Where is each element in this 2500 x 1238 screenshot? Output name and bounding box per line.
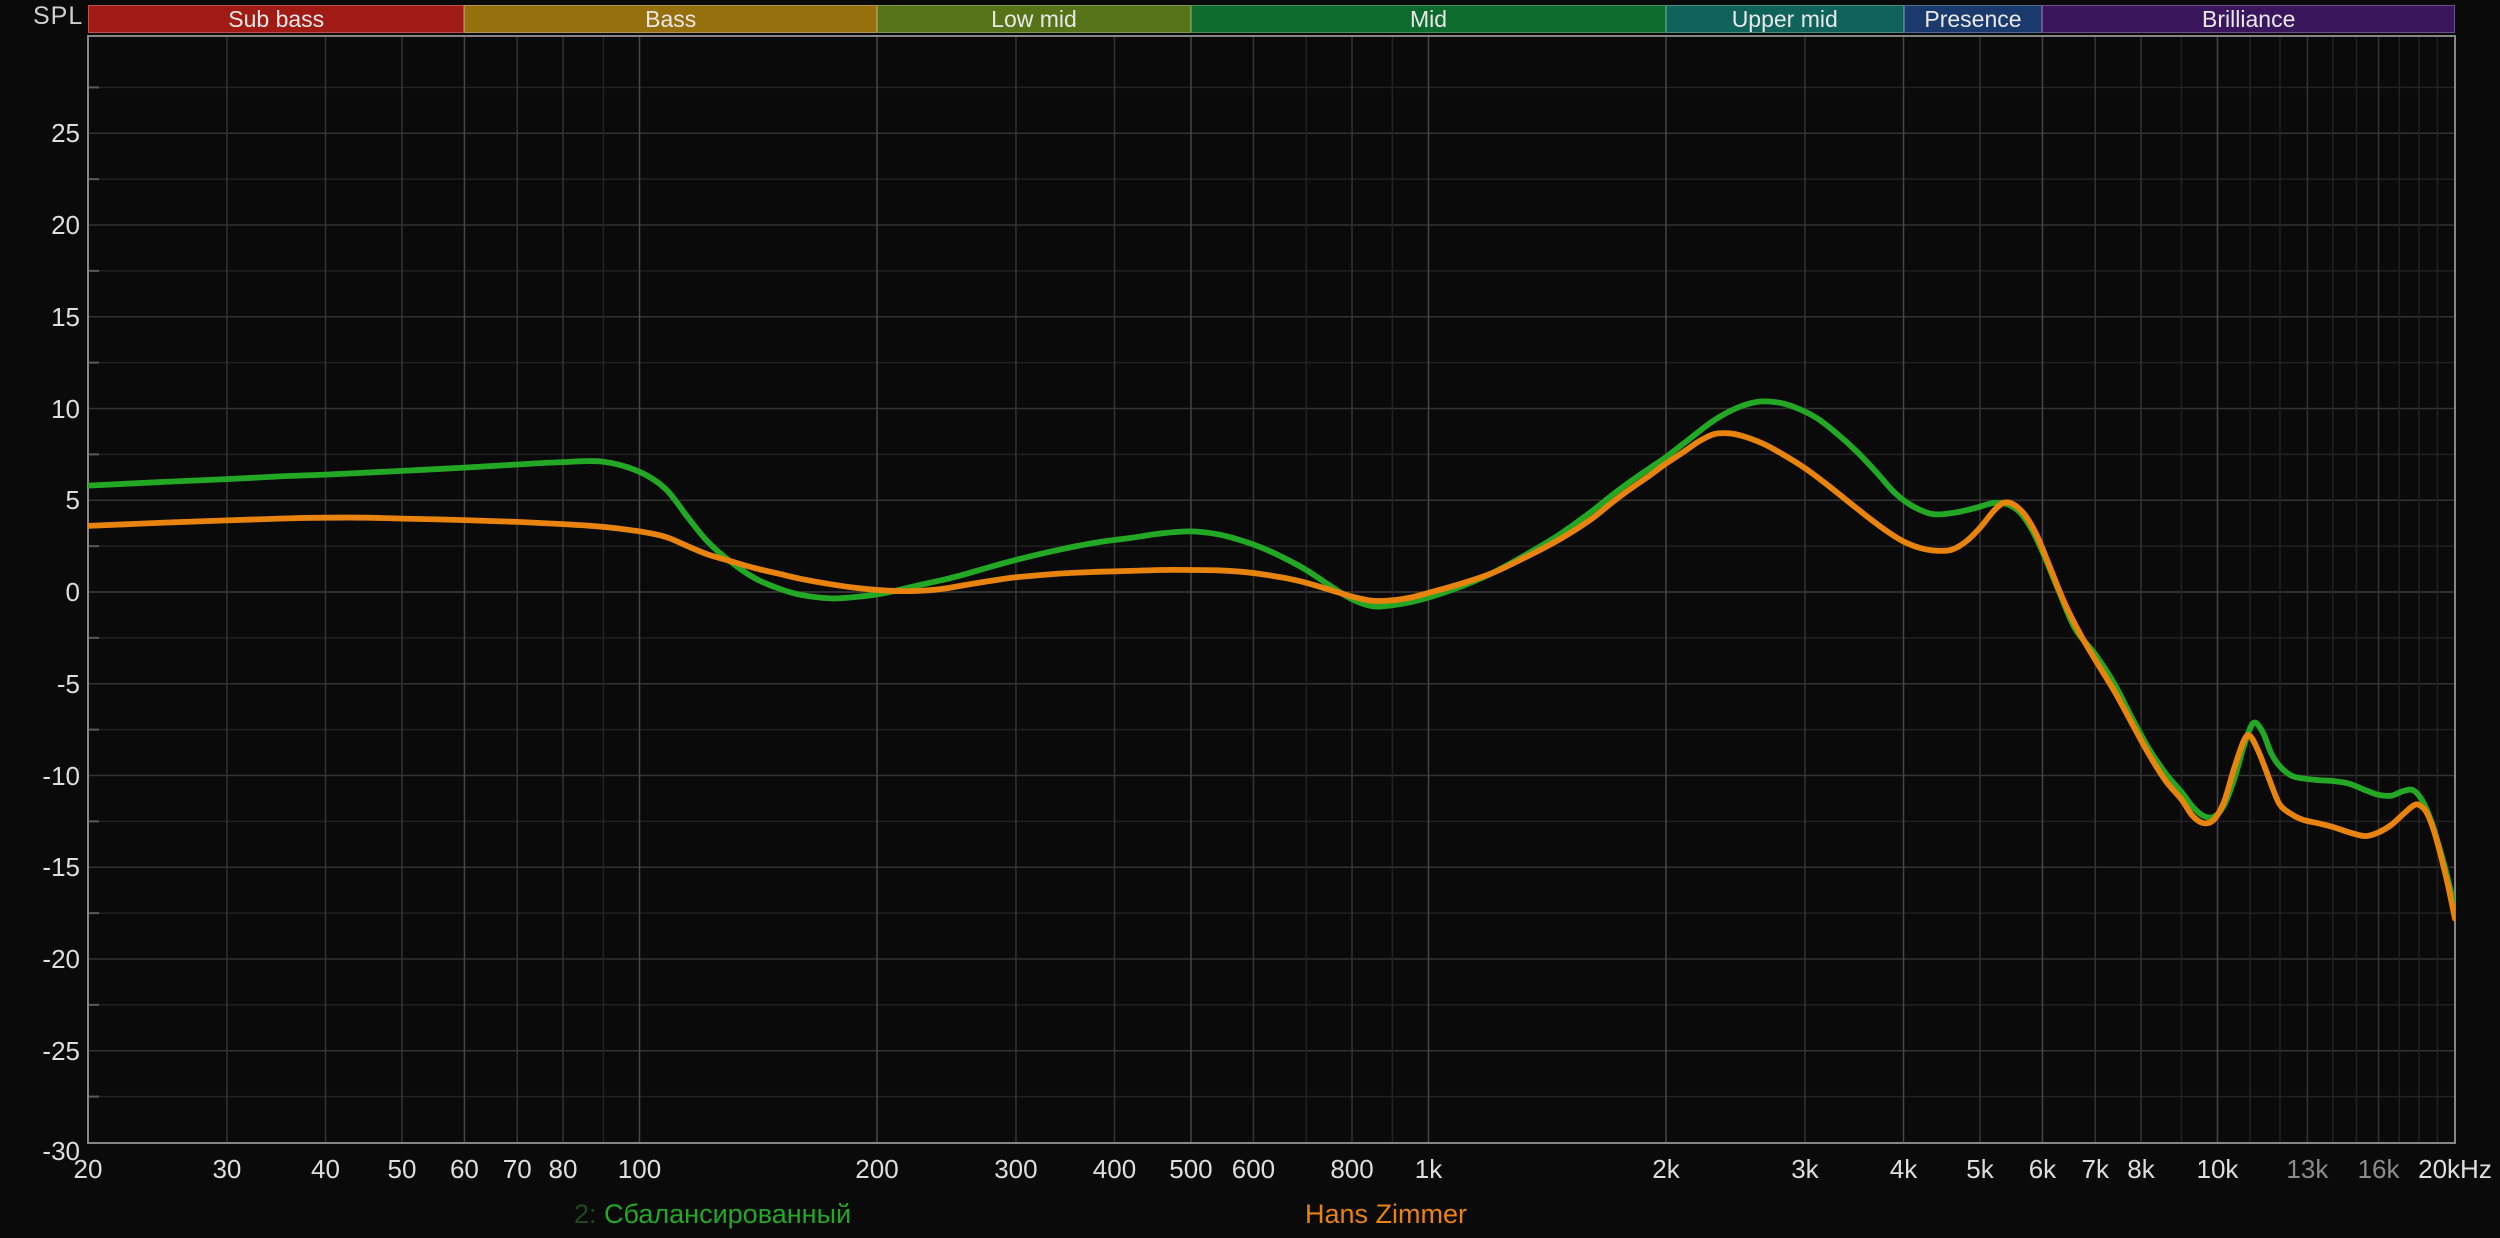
curve-hans-zimmer bbox=[88, 433, 2455, 919]
y-tick-label: 5 bbox=[0, 485, 80, 515]
legend-item-balanced: 2: Сбалансированный bbox=[574, 1199, 851, 1230]
plot-border bbox=[88, 36, 2455, 1143]
x-tick-label: 2k bbox=[1606, 1154, 1726, 1184]
plot-area bbox=[0, 0, 2500, 1238]
y-tick-label: -10 bbox=[0, 761, 80, 791]
curve-balanced bbox=[88, 401, 2455, 909]
y-tick-label: -25 bbox=[0, 1036, 80, 1066]
legend-item-hans-zimmer: Hans Zimmer bbox=[1305, 1199, 1467, 1230]
y-tick-label: -20 bbox=[0, 944, 80, 974]
legend-label: Сбалансированный bbox=[604, 1199, 851, 1229]
y-tick-label: 10 bbox=[0, 394, 80, 424]
y-tick-label: 0 bbox=[0, 577, 80, 607]
x-tick-label: 20kHz bbox=[2395, 1154, 2500, 1184]
x-tick-label: 1k bbox=[1368, 1154, 1488, 1184]
legend-label: Hans Zimmer bbox=[1305, 1199, 1467, 1229]
frequency-response-chart: SPL Sub bassBassLow midMidUpper midPrese… bbox=[0, 0, 2500, 1238]
y-tick-label: 25 bbox=[0, 118, 80, 148]
y-tick-label: -15 bbox=[0, 852, 80, 882]
x-tick-label: 20 bbox=[28, 1154, 148, 1184]
y-tick-label: 15 bbox=[0, 302, 80, 332]
y-tick-label: -5 bbox=[0, 669, 80, 699]
y-tick-label: 20 bbox=[0, 210, 80, 240]
x-tick-label: 100 bbox=[579, 1154, 699, 1184]
legend-prefix: 2: bbox=[574, 1199, 597, 1229]
x-tick-label: 200 bbox=[817, 1154, 937, 1184]
